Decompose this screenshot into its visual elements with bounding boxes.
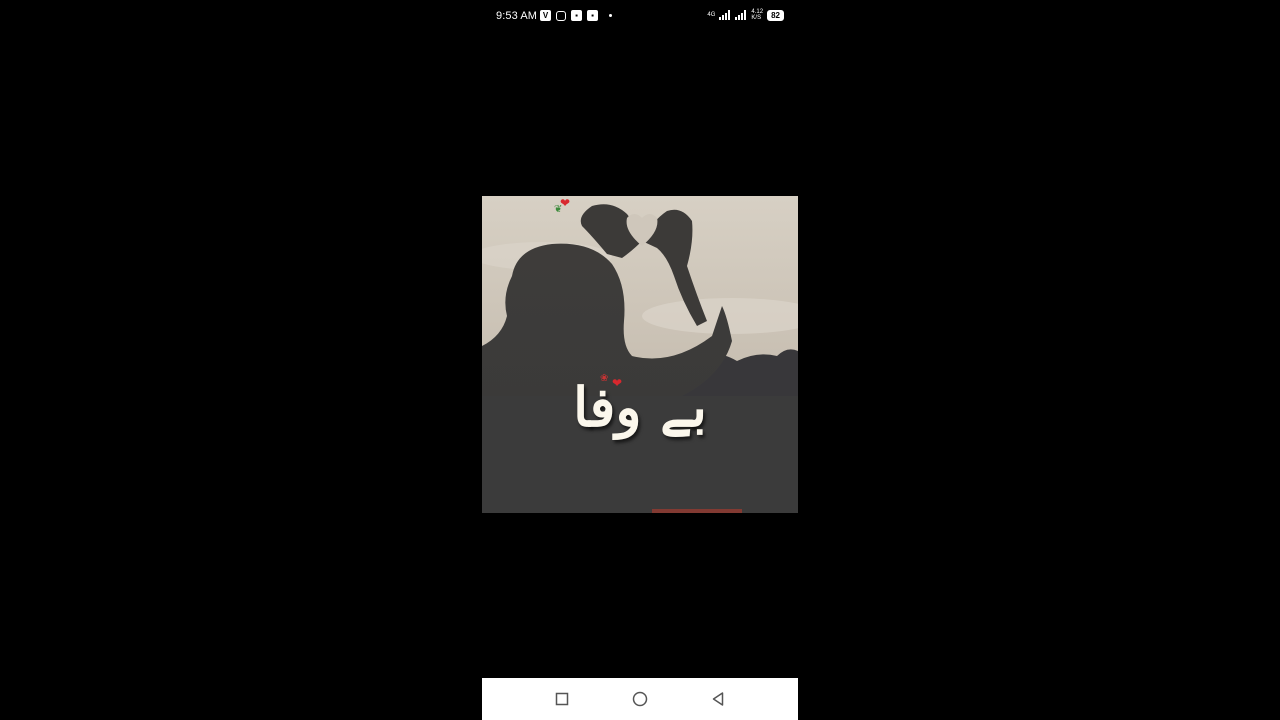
signal-icon-2 bbox=[735, 10, 747, 20]
instagram-icon bbox=[556, 10, 566, 21]
back-button[interactable] bbox=[710, 691, 726, 707]
status-time: 9:53 AM bbox=[496, 10, 538, 22]
signal-icon bbox=[719, 10, 731, 20]
app-notification-icon: ▪ bbox=[571, 10, 582, 21]
vpn-app-icon: V bbox=[540, 10, 551, 21]
back-icon bbox=[712, 692, 724, 706]
rose-stem-icon: ❦ bbox=[554, 204, 563, 215]
status-bar: 9:53 AM V ▪ ▪ 4G 4.12 K/S 82 bbox=[482, 0, 798, 32]
phone-screen: 9:53 AM V ▪ ▪ 4G 4.12 K/S 82 ❤ ❦ ❤ ❀ بے … bbox=[0, 0, 1280, 720]
more-notifications-dot-icon bbox=[609, 14, 612, 17]
navigation-bar bbox=[482, 678, 798, 720]
system-icons: 4G 4.12 K/S 82 bbox=[707, 9, 784, 21]
post-image: ❤ ❦ ❤ ❀ بے وفا bbox=[482, 196, 798, 513]
urdu-caption: بے وفا bbox=[573, 375, 707, 439]
recent-apps-icon bbox=[555, 692, 569, 706]
notification-icons: V ▪ ▪ bbox=[540, 10, 612, 21]
battery-icon: 82 bbox=[767, 9, 784, 21]
home-button[interactable] bbox=[632, 691, 648, 707]
recent-apps-button[interactable] bbox=[554, 691, 570, 707]
network-speed-unit: K/S bbox=[751, 15, 762, 21]
silhouette-photo bbox=[482, 196, 798, 513]
network-type-top: 4G bbox=[707, 12, 716, 18]
network-speed: 4.12 K/S bbox=[751, 9, 763, 21]
home-icon bbox=[632, 691, 648, 707]
network-type-label: 4G bbox=[707, 12, 715, 18]
app-notification-icon-2: ▪ bbox=[587, 10, 598, 21]
